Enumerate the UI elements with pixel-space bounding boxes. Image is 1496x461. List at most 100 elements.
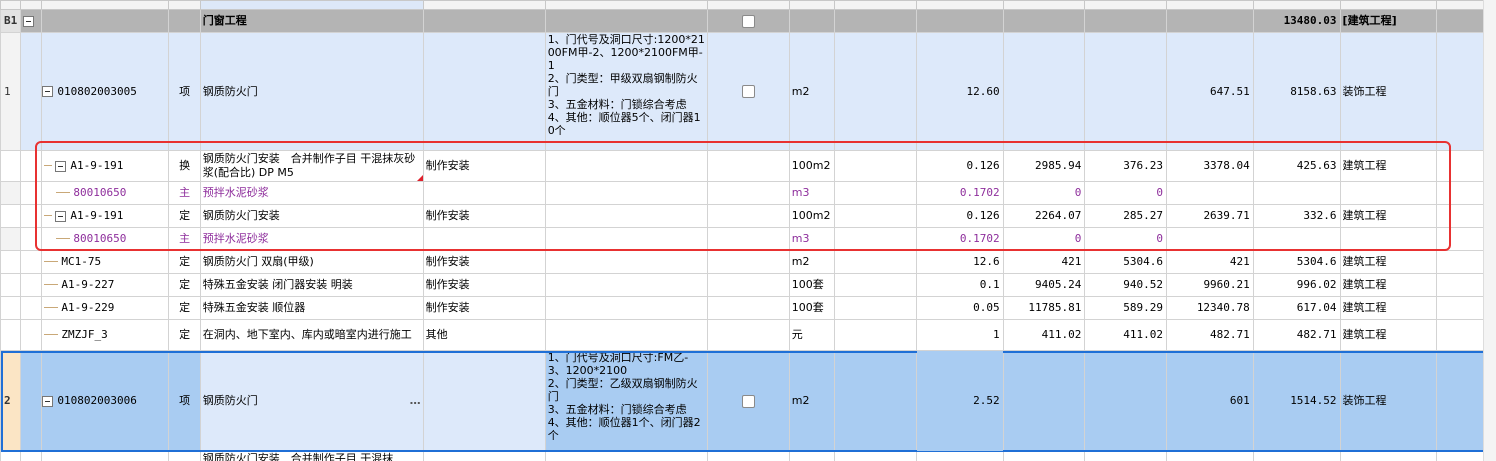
unit-cell[interactable]: 100m2 [788, 204, 836, 228]
major-cell[interactable]: 建筑工程 [1339, 296, 1438, 320]
name-cell[interactable]: 预拌水泥砂浆 [199, 181, 424, 205]
tree-cell[interactable] [20, 32, 43, 151]
comp-total-cell[interactable]: 996.02 [1252, 273, 1341, 297]
checkbox-cell[interactable] [707, 227, 790, 251]
name-cell[interactable]: 特殊五金安装 闭门器安装 明装 [199, 273, 424, 297]
major-cell[interactable]: 建筑工程 [1339, 150, 1438, 182]
comp-total-cell[interactable] [1252, 451, 1341, 461]
name-cell[interactable]: … 钢质防火门 [199, 350, 424, 452]
name-cell[interactable]: 预拌水泥砂浆 [199, 227, 424, 251]
type-cell[interactable]: 定 [168, 273, 201, 297]
work-content-cell[interactable]: 制作安装 [422, 150, 546, 182]
unit-price-cell[interactable]: 0 [1002, 181, 1086, 205]
feature-cell[interactable]: 1、门代号及洞口尺寸:FM乙-3、1200*2100 2、门类型：乙级双扇钢制防… [544, 350, 709, 452]
item-code[interactable]: A1-9-227 [61, 278, 114, 291]
work-content-cell[interactable] [422, 451, 546, 461]
tree-cell[interactable] [20, 204, 43, 228]
work-content-cell[interactable] [422, 350, 546, 452]
comp-unit-price-cell[interactable]: 9960.21 [1166, 273, 1254, 297]
row-header[interactable] [0, 227, 22, 251]
expression-cell[interactable] [834, 350, 917, 452]
cell[interactable] [1166, 9, 1254, 33]
comp-unit-price-cell[interactable] [1166, 451, 1254, 461]
header-cell[interactable] [199, 0, 424, 10]
expression-cell[interactable] [834, 319, 917, 351]
code-cell[interactable]: A1-9-191 [41, 204, 170, 228]
section-name[interactable]: 门窗工程 [199, 9, 424, 33]
cell[interactable] [1002, 9, 1086, 33]
unit-cell[interactable]: 100套 [788, 296, 836, 320]
feature-cell[interactable] [544, 204, 709, 228]
more-button[interactable]: … [410, 394, 421, 408]
code-cell[interactable]: 80010650 [41, 181, 170, 205]
comp-total-cell[interactable] [1252, 181, 1341, 205]
name-cell[interactable]: 钢质防火门安装 合并制作子目 干混抹灰砂浆(配合比) DP M5 [199, 150, 424, 182]
row-header[interactable]: 1 [0, 32, 22, 151]
name-cell[interactable]: 钢质防火门安装 合并制作子目 干混抹 [199, 451, 424, 461]
work-content-cell[interactable] [422, 32, 546, 151]
code-cell[interactable] [41, 451, 170, 461]
header-cell[interactable] [1002, 0, 1086, 10]
budget-grid[interactable]: B1 门窗工程 13480.03 [建筑工程] 1 010802003005 项钢质… [0, 0, 1496, 461]
code-cell[interactable]: ZMZJF_3 [41, 319, 170, 351]
item-name[interactable]: 特殊五金安装 顺位器 [203, 301, 306, 314]
checkbox-cell[interactable] [707, 319, 790, 351]
row-header[interactable]: B1 [0, 9, 22, 33]
total-price-cell[interactable]: 940.52 [1084, 273, 1168, 297]
total-price-cell[interactable] [1084, 451, 1168, 461]
tree-cell[interactable] [20, 250, 43, 274]
header-cell[interactable] [20, 0, 43, 10]
major-cell[interactable]: 建筑工程 [1339, 204, 1438, 228]
quantity-cell[interactable]: 0.126 [915, 204, 1004, 228]
header-cell[interactable] [1339, 0, 1438, 10]
de2-row[interactable]: ZMZJF_3 定在洞内、地下室内、库内或暗室内进行施工 其他元 1 411.02 411… [0, 319, 1496, 351]
comp-unit-price-cell[interactable]: 482.71 [1166, 319, 1254, 351]
comp-unit-price-cell[interactable]: 601 [1166, 350, 1254, 452]
checkbox-cell[interactable] [707, 9, 790, 33]
work-content-cell[interactable]: 制作安装 [422, 204, 546, 228]
work-content-cell[interactable]: 其他 [422, 319, 546, 351]
code-cell[interactable]: 80010650 [41, 227, 170, 251]
type-cell[interactable]: 定 [168, 296, 201, 320]
collapse-toggle[interactable] [20, 9, 43, 33]
qd-row[interactable]: 1 010802003005 项钢质防火门 1、门代号及洞口尺寸:1200*2100F… [0, 32, 1496, 151]
code-cell[interactable]: MC1-75 [41, 250, 170, 274]
de2-row[interactable]: MC1-75 定钢质防火门 双扇(甲级) 制作安装 m2 12.6 421 5304.6 42… [0, 250, 1496, 274]
zc-row[interactable]: 80010650 主预拌水泥砂浆 m3 0.1702 0 0 [0, 181, 1496, 205]
major-cell[interactable]: 装饰工程 [1339, 32, 1438, 151]
tree-cell[interactable] [20, 451, 43, 461]
major-cell[interactable]: 建筑工程 [1339, 273, 1438, 297]
de2-row[interactable]: A1-9-227 定特殊五金安装 闭门器安装 明装 制作安装 100套 0.1 9405.… [0, 273, 1496, 297]
tree-cell[interactable] [20, 181, 43, 205]
total-price-cell[interactable]: 285.27 [1084, 204, 1168, 228]
unit-price-cell[interactable]: 0 [1002, 227, 1086, 251]
checkbox-cell[interactable] [707, 181, 790, 205]
checkbox[interactable] [741, 394, 755, 408]
section-row[interactable]: B1 门窗工程 13480.03 [建筑工程] [0, 9, 1496, 33]
unit-price-cell[interactable]: 2985.94 [1002, 150, 1086, 182]
checkbox-cell[interactable] [707, 150, 790, 182]
major-cell[interactable] [1339, 181, 1438, 205]
header-cell[interactable] [1252, 0, 1341, 10]
row-header[interactable] [0, 296, 22, 320]
code-cell[interactable] [41, 9, 170, 33]
unit-price-cell[interactable]: 9405.24 [1002, 273, 1086, 297]
feature-cell[interactable] [544, 451, 709, 461]
comp-total-cell[interactable]: 482.71 [1252, 319, 1341, 351]
feature-cell[interactable] [544, 150, 709, 182]
code-cell[interactable]: A1-9-229 [41, 296, 170, 320]
unit-price-cell[interactable]: 11785.81 [1002, 296, 1086, 320]
code-cell[interactable]: A1-9-191 [41, 150, 170, 182]
code-cell[interactable]: A1-9-227 [41, 273, 170, 297]
expression-cell[interactable] [834, 32, 917, 151]
tree-cell[interactable] [20, 227, 43, 251]
type-cell[interactable] [168, 451, 201, 461]
name-cell[interactable]: 特殊五金安装 顺位器 [199, 296, 424, 320]
checkbox-cell[interactable] [707, 204, 790, 228]
row-header[interactable]: 2 [0, 350, 22, 452]
total-price-cell[interactable]: 0 [1084, 181, 1168, 205]
unit-cell[interactable]: m3 [788, 227, 836, 251]
item-name[interactable]: 钢质防火门 [203, 85, 258, 98]
item-name[interactable]: 钢质防火门安装 [203, 209, 280, 222]
item-code[interactable]: ZMZJF_3 [61, 328, 107, 341]
